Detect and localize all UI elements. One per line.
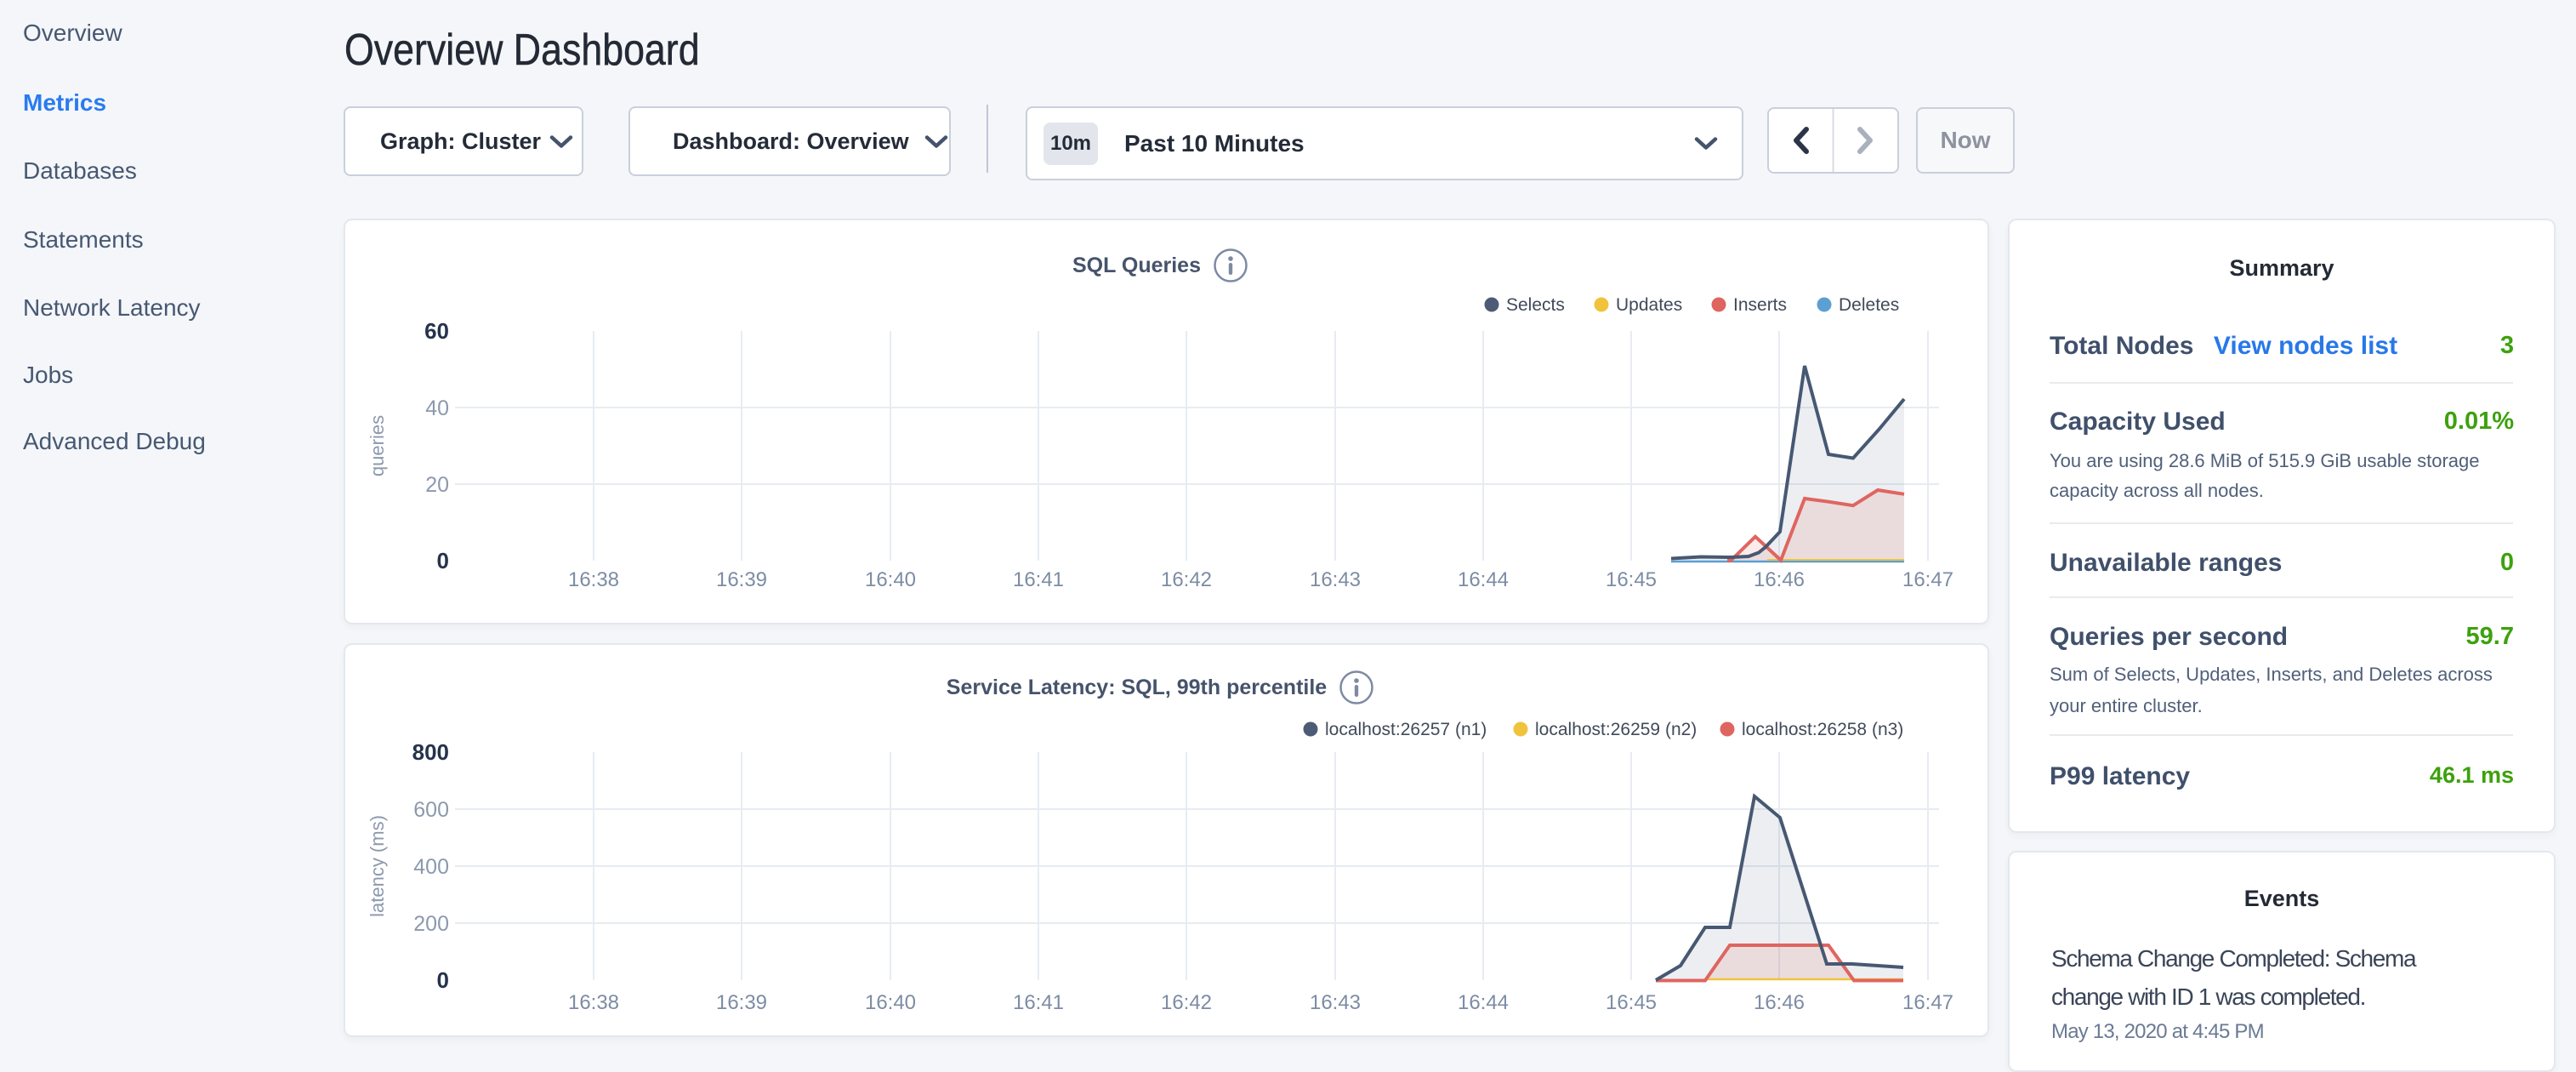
svg-text:16:44: 16:44 <box>1458 568 1509 591</box>
svg-text:localhost:26258 (n3): localhost:26258 (n3) <box>1742 720 1903 739</box>
svg-text:600: 600 <box>413 798 449 822</box>
svg-text:16:39: 16:39 <box>716 991 767 1014</box>
svg-text:16:45: 16:45 <box>1606 568 1657 591</box>
svg-text:Updates: Updates <box>1616 295 1682 315</box>
svg-text:16:46: 16:46 <box>1754 568 1805 591</box>
svg-text:Selects: Selects <box>1506 295 1565 315</box>
svg-text:localhost:26259 (n2): localhost:26259 (n2) <box>1535 720 1697 739</box>
svg-text:Deletes: Deletes <box>1839 295 1899 315</box>
svg-text:800: 800 <box>412 739 449 765</box>
svg-text:16:41: 16:41 <box>1013 991 1064 1014</box>
svg-text:16:39: 16:39 <box>716 568 767 591</box>
svg-text:40: 40 <box>425 396 449 420</box>
svg-text:16:43: 16:43 <box>1310 991 1361 1014</box>
svg-text:Inserts: Inserts <box>1733 295 1787 315</box>
svg-text:16:44: 16:44 <box>1458 991 1509 1014</box>
svg-text:16:43: 16:43 <box>1310 568 1361 591</box>
svg-text:16:40: 16:40 <box>865 991 916 1014</box>
svg-text:60: 60 <box>424 318 449 344</box>
svg-text:16:42: 16:42 <box>1161 568 1212 591</box>
svg-text:latency (ms): latency (ms) <box>367 815 388 917</box>
svg-text:16:41: 16:41 <box>1013 568 1064 591</box>
svg-text:400: 400 <box>413 855 449 879</box>
svg-text:16:47: 16:47 <box>1902 991 1953 1014</box>
svg-text:queries: queries <box>367 415 388 476</box>
svg-text:localhost:26257 (n1): localhost:26257 (n1) <box>1325 720 1487 739</box>
svg-text:0: 0 <box>437 548 449 573</box>
svg-text:16:45: 16:45 <box>1606 991 1657 1014</box>
svg-text:16:47: 16:47 <box>1902 568 1953 591</box>
svg-text:0: 0 <box>437 967 449 993</box>
svg-text:16:42: 16:42 <box>1161 991 1212 1014</box>
svg-text:16:38: 16:38 <box>568 568 619 591</box>
svg-text:16:38: 16:38 <box>568 991 619 1014</box>
svg-text:20: 20 <box>425 473 449 497</box>
svg-text:16:46: 16:46 <box>1754 991 1805 1014</box>
svg-text:16:40: 16:40 <box>865 568 916 591</box>
svg-text:200: 200 <box>413 912 449 936</box>
